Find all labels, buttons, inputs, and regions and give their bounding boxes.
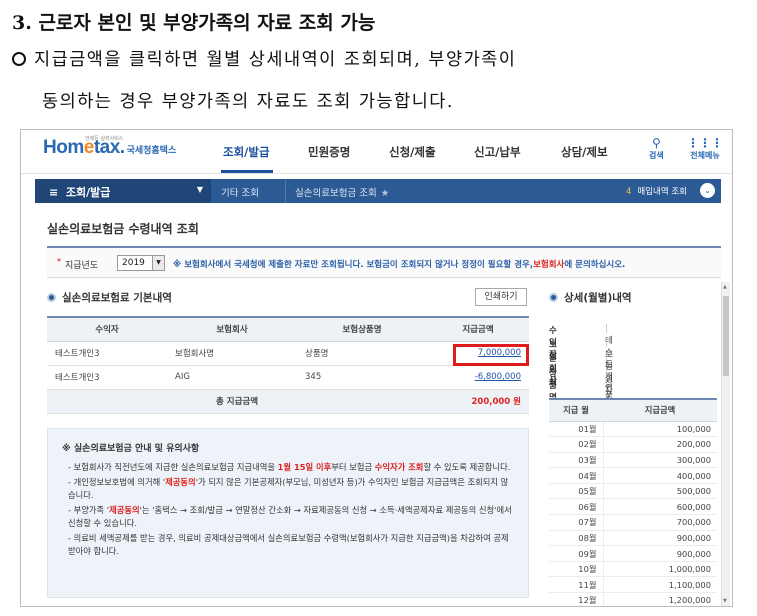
table-row: 06월 600,000 xyxy=(549,498,717,516)
document-heading: 3. 근로자 본인 및 부양가족의 자료 조회 가능 xyxy=(12,12,376,34)
hometax-logo[interactable]: 언제든 실력서비스 Hometax. 국세청홈택스 xyxy=(43,136,176,159)
table-row: 테스트개인3 AIG 345 -6,800,000 xyxy=(47,365,529,390)
table-row: 09월 900,000 xyxy=(549,545,717,562)
total-row: 총 지급금액 200,000 원 xyxy=(47,389,529,414)
top-navigation: 언제든 실력서비스 Hometax. 국세청홈택스 조회/발급 민원증명 신청/제… xyxy=(21,130,732,174)
table-row: 05월 500,000 xyxy=(549,483,717,500)
guidance-box: ※ 실손의료보험금 안내 및 유의사항 - 보험회사가 직전년도에 지급한 실손… xyxy=(47,428,529,598)
circle-bullet-icon xyxy=(12,52,26,66)
column-header: 수익자 xyxy=(47,316,167,342)
table-row: 10월 1,000,000 xyxy=(549,561,717,578)
table-row: 03월 300,000 xyxy=(549,452,717,469)
guidance-item: - 의료비 세액공제를 받는 경우, 의료비 공제대상금액에서 실손의료보험금 … xyxy=(68,533,509,556)
search-icon: ⚲ xyxy=(651,136,661,150)
table-row: 12월 1,200,000 xyxy=(549,592,717,606)
document-line-1: 지급금액을 클릭하면 월별 상세내역이 조회되며, 부양가족이 xyxy=(12,46,516,71)
nav-item-inquiry[interactable]: 조회/발급 xyxy=(223,144,270,160)
guidance-item: - 개인정보보호법에 의거해 '제공동의'가 되지 않은 기본공제자(부모님, … xyxy=(68,477,509,500)
select-arrow-icon: ▼ xyxy=(152,256,164,270)
print-button[interactable]: 인쇄하기 xyxy=(475,288,527,306)
hamburger-icon: ≡ xyxy=(49,186,59,199)
guidance-title: ※ 실손의료보험금 안내 및 유의사항 xyxy=(62,444,200,454)
star-icon: ★ xyxy=(380,188,390,199)
hometax-screenshot: 언제든 실력서비스 Hometax. 국세청홈택스 조회/발급 민원증명 신청/제… xyxy=(20,129,733,607)
nav-item-applications[interactable]: 신청/제출 xyxy=(389,144,436,160)
column-header: 지급금액 xyxy=(603,398,717,422)
scroll-down-icon[interactable]: ▼ xyxy=(723,598,727,604)
column-header: 지급 월 xyxy=(549,398,603,422)
table-row: 11월 1,100,000 xyxy=(549,576,717,594)
caret-down-icon: ▼ xyxy=(196,185,203,194)
total-label: 총 지급금액 xyxy=(47,389,427,414)
chevron-down-icon[interactable]: ⌄ xyxy=(700,183,715,198)
guidance-item: - 부양가족 '제공동의'는 '홈택스 → 조회/발급 → 연말정산 간소화 →… xyxy=(68,505,512,528)
grid-menu-icon: ⋮⋮⋮ xyxy=(687,136,723,150)
year-label: 지급년도 xyxy=(65,261,99,271)
notice-text: ※ 보험회사에서 국세청에 제출한 자료만 조회됩니다. 보험금이 조회되지 않… xyxy=(173,260,626,270)
amount-link[interactable]: -6,800,000 xyxy=(427,365,529,390)
nav-item-payment[interactable]: 신고/납부 xyxy=(474,144,521,160)
section-bullet-icon xyxy=(47,293,56,302)
active-nav-indicator xyxy=(221,170,273,173)
monthly-table: 지급 월 지급금액 01월 100,000 02월 200,000 03월 300,000… xyxy=(549,398,717,606)
detail-section-title: 상세(월별)내역 xyxy=(549,290,632,305)
breadcrumb-item-other[interactable]: 기타 조회 xyxy=(221,185,259,199)
total-value: 200,000 원 xyxy=(427,389,529,414)
section-bullet-icon xyxy=(549,293,558,302)
recent-menu-link[interactable]: 4 매입내역 조회 xyxy=(626,185,687,197)
table-row: 04월 400,000 xyxy=(549,467,717,484)
nav-item-consulting[interactable]: 상담/제보 xyxy=(561,144,608,160)
column-header: 보험회사 xyxy=(167,316,297,342)
column-header: 지급금액 xyxy=(427,316,529,342)
table-row: 02월 200,000 xyxy=(549,436,717,453)
scrollbar[interactable]: ▲ ▼ xyxy=(721,282,730,606)
column-header: 보험상품명 xyxy=(297,316,427,342)
breadcrumb-item-current[interactable]: 실손의료보험금 조회 ★ xyxy=(295,185,389,199)
highlight-annotation xyxy=(453,344,529,366)
all-menu-button[interactable]: ⋮⋮⋮ 전체메뉴 xyxy=(687,136,723,161)
table-row: 08월 900,000 xyxy=(549,530,717,547)
page-title: 실손의료보험금 수령내역 조회 xyxy=(47,222,199,236)
table-row: 01월 100,000 xyxy=(549,421,717,438)
breadcrumb-bar: ≡ 조회/발급 ▼ 기타 조회 실손의료보험금 조회 ★ 4 매입내역 조회 ⌄ xyxy=(35,179,721,203)
year-select[interactable]: 2019 ▼ xyxy=(117,255,165,271)
required-marker: * xyxy=(57,257,61,266)
year-filter-row: * 지급년도 2019 ▼ ※ 보험회사에서 국세청에 제출한 자료만 조회됩니… xyxy=(47,246,721,278)
basic-section-title: 실손의료보험료 기본내역 xyxy=(47,290,172,305)
guidance-item: - 보험회사가 직전년도에 지급한 실손의료보험금 지급내역을 1월 15일 이… xyxy=(68,462,511,472)
search-button[interactable]: ⚲ 검색 xyxy=(649,136,664,161)
scroll-up-icon[interactable]: ▲ xyxy=(723,284,727,290)
scrollbar-thumb[interactable] xyxy=(723,296,729,376)
document-line-2: 동의하는 경우 부양가족의 자료도 조회 가능합니다. xyxy=(42,92,454,112)
table-row: 07월 700,000 xyxy=(549,514,717,531)
nav-item-certificates[interactable]: 민원증명 xyxy=(308,144,350,160)
menu-dropdown-button[interactable]: ≡ 조회/발급 ▼ xyxy=(35,179,211,203)
